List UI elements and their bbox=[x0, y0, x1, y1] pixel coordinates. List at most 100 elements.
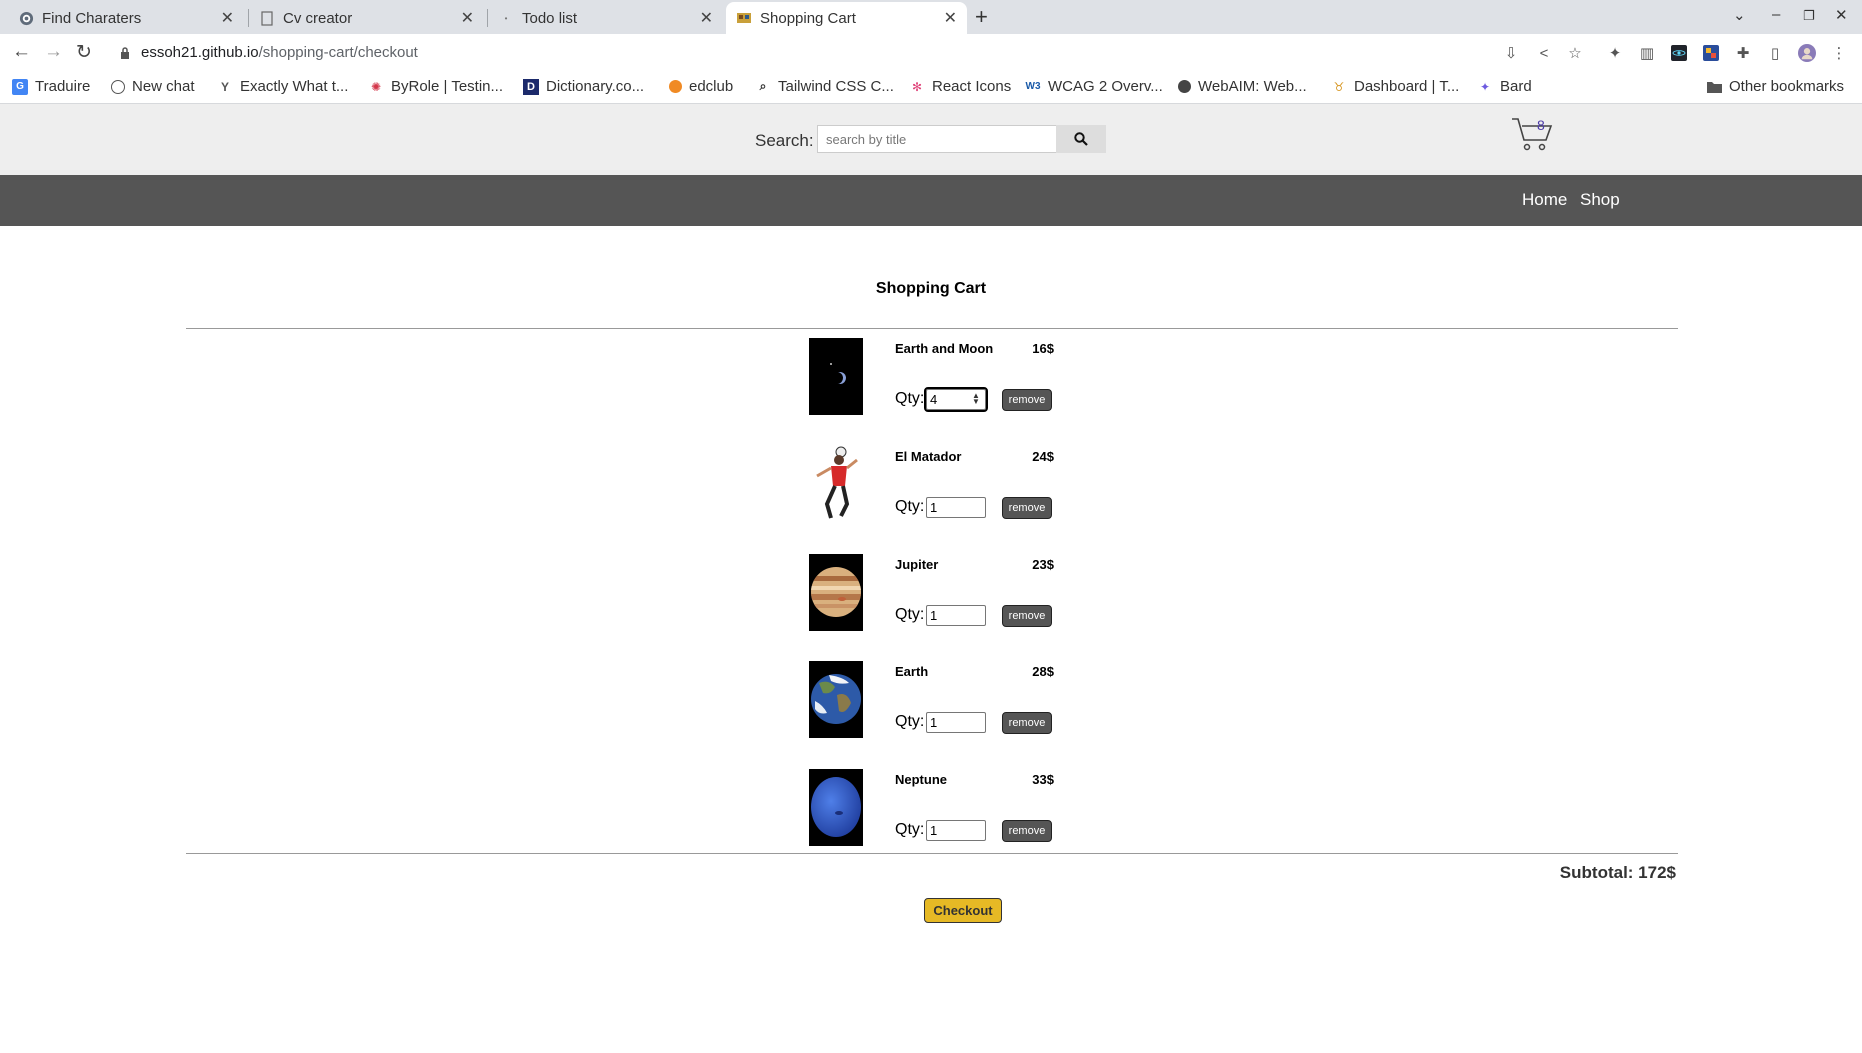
document-icon bbox=[259, 10, 275, 26]
tab-cv-creator[interactable]: Cv creator ✕ bbox=[249, 2, 484, 34]
minimize-icon[interactable]: – bbox=[1772, 6, 1780, 23]
new-tab-button[interactable]: + bbox=[975, 4, 988, 30]
close-icon[interactable]: ✕ bbox=[221, 8, 234, 28]
search-input[interactable] bbox=[817, 125, 1057, 153]
checkout-button[interactable]: Checkout bbox=[924, 898, 1002, 923]
cart-item: El Matador 24$ Qty: remove bbox=[809, 446, 1054, 526]
item-name: Jupiter bbox=[895, 557, 939, 572]
cart-item: Neptune 33$ Qty: remove bbox=[809, 769, 1054, 849]
nav-shop-link[interactable]: Shop bbox=[1580, 190, 1620, 210]
bookmark-label: ByRole | Testin... bbox=[391, 78, 504, 95]
remove-button[interactable]: remove bbox=[1002, 389, 1052, 411]
bookmark-bard[interactable]: ✦ Bard bbox=[1477, 78, 1532, 95]
bookmark-label: React Icons bbox=[932, 78, 1012, 95]
edclub-icon bbox=[669, 80, 682, 93]
qty-label: Qty: bbox=[895, 498, 925, 515]
close-icon[interactable]: ✕ bbox=[700, 8, 713, 28]
bookmark-label: New chat bbox=[132, 78, 195, 95]
dot-icon: • bbox=[504, 13, 508, 23]
tab-todo-list[interactable]: • Todo list ✕ bbox=[488, 2, 723, 34]
translate-icon: G bbox=[12, 78, 28, 95]
bookmark-label: edclub bbox=[689, 78, 734, 95]
bookmark-new-chat[interactable]: New chat bbox=[111, 78, 195, 95]
cart-count-badge: 8 bbox=[1537, 117, 1545, 133]
bookmarks-bar: G Traduire New chat Y Exactly What t... ✺ B… bbox=[0, 72, 1862, 104]
bookmark-label: WebAIM: Web... bbox=[1198, 78, 1307, 95]
bookmark-label: Exactly What t... bbox=[240, 78, 349, 95]
product-image-neptune bbox=[809, 769, 863, 846]
y-icon: Y bbox=[220, 79, 229, 94]
reload-icon[interactable]: ↻ bbox=[76, 41, 92, 64]
item-name: El Matador bbox=[895, 449, 962, 464]
tab-title: Find Charaters bbox=[42, 9, 142, 27]
quantity-input[interactable] bbox=[926, 497, 986, 518]
cart-button[interactable]: 8 bbox=[1510, 114, 1554, 154]
puzzle-icon[interactable]: ✚ bbox=[1734, 44, 1752, 62]
bookmark-webaim[interactable]: WebAIM: Web... bbox=[1178, 78, 1307, 95]
extension-icon[interactable]: ✦ bbox=[1606, 44, 1624, 62]
globe-icon bbox=[18, 10, 34, 26]
react-devtools-icon[interactable] bbox=[1670, 44, 1688, 62]
nav-home-link[interactable]: Home bbox=[1522, 190, 1567, 210]
quantity-input[interactable] bbox=[926, 820, 986, 841]
item-price: 16$ bbox=[1032, 341, 1054, 356]
back-icon[interactable]: ← bbox=[12, 41, 31, 63]
bookmark-traduire[interactable]: G Traduire bbox=[12, 78, 90, 95]
bookmark-other[interactable]: Other bookmarks bbox=[1706, 78, 1844, 95]
address-bar[interactable]: essoh21.github.io/shopping-cart/checkout bbox=[141, 44, 418, 61]
tab-shopping-cart[interactable]: Shopping Cart ✕ bbox=[726, 2, 967, 34]
cart-favicon bbox=[736, 10, 752, 26]
quantity-input[interactable] bbox=[926, 605, 986, 626]
restore-icon[interactable]: ❐ bbox=[1803, 8, 1815, 24]
remove-button[interactable]: remove bbox=[1002, 820, 1052, 842]
qty-label: Qty: bbox=[895, 606, 925, 623]
reader-icon[interactable]: ▥ bbox=[1638, 44, 1656, 62]
page-title: Shopping Cart bbox=[875, 280, 987, 297]
site-header: Search: 8 bbox=[0, 104, 1862, 175]
bookmark-tailwind[interactable]: ⌕ Tailwind CSS C... bbox=[755, 78, 894, 95]
chevron-down-icon[interactable]: ⌄ bbox=[1733, 6, 1746, 24]
remove-button[interactable]: remove bbox=[1002, 497, 1052, 519]
product-image-el-matador bbox=[809, 446, 863, 523]
share-icon[interactable]: < bbox=[1535, 44, 1553, 62]
item-price: 28$ bbox=[1032, 664, 1054, 679]
bookmark-edclub[interactable]: edclub bbox=[669, 78, 733, 95]
cart-item: Earth 28$ Qty: remove bbox=[809, 661, 1054, 741]
lock-icon[interactable] bbox=[120, 46, 130, 64]
star-icon[interactable]: ☆ bbox=[1566, 44, 1584, 62]
item-name: Earth and Moon bbox=[895, 341, 994, 356]
qty-label: Qty: bbox=[895, 390, 925, 407]
color-extension-icon[interactable] bbox=[1702, 44, 1720, 62]
tab-title: Cv creator bbox=[283, 9, 353, 27]
close-icon[interactable]: ✕ bbox=[944, 8, 957, 28]
bookmark-exactly-what[interactable]: Y Exactly What t... bbox=[217, 78, 348, 95]
bookmark-wcag[interactable]: W3 WCAG 2 Overv... bbox=[1025, 78, 1163, 95]
bookmark-label: Dashboard | T... bbox=[1354, 78, 1460, 95]
product-image-earth-and-moon bbox=[809, 338, 863, 415]
bookmark-label: Dictionary.co... bbox=[546, 78, 645, 95]
folder-icon bbox=[1706, 79, 1722, 95]
bookmark-byrole[interactable]: ✺ ByRole | Testin... bbox=[368, 78, 503, 95]
search-label: Search: bbox=[755, 131, 814, 150]
sidepanel-icon[interactable]: ▯ bbox=[1766, 44, 1784, 62]
url-host: essoh21.github.io bbox=[141, 44, 259, 61]
bookmark-label: Bard bbox=[1500, 78, 1532, 95]
search-button[interactable] bbox=[1056, 125, 1106, 153]
remove-button[interactable]: remove bbox=[1002, 605, 1052, 627]
product-image-jupiter bbox=[809, 554, 863, 631]
stepper-icon[interactable]: ▲ ▼ bbox=[972, 392, 980, 406]
quantity-input[interactable] bbox=[926, 712, 986, 733]
bookmark-react-icons[interactable]: ✻ React Icons bbox=[909, 78, 1011, 95]
bookmark-dictionary[interactable]: D Dictionary.co... bbox=[523, 78, 644, 95]
forward-icon[interactable]: → bbox=[44, 41, 63, 63]
close-window-icon[interactable]: ✕ bbox=[1835, 6, 1848, 24]
octopus-icon: ✺ bbox=[370, 79, 382, 94]
remove-button[interactable]: remove bbox=[1002, 712, 1052, 734]
profile-avatar[interactable] bbox=[1798, 44, 1816, 62]
close-icon[interactable]: ✕ bbox=[461, 8, 474, 28]
install-icon[interactable]: ⇩ bbox=[1502, 44, 1520, 62]
tab-find-charaters[interactable]: Find Charaters ✕ bbox=[8, 2, 244, 34]
bookmark-dashboard[interactable]: ♉ Dashboard | T... bbox=[1331, 78, 1460, 95]
item-price: 23$ bbox=[1032, 557, 1054, 572]
menu-icon[interactable]: ⋮ bbox=[1830, 44, 1848, 62]
